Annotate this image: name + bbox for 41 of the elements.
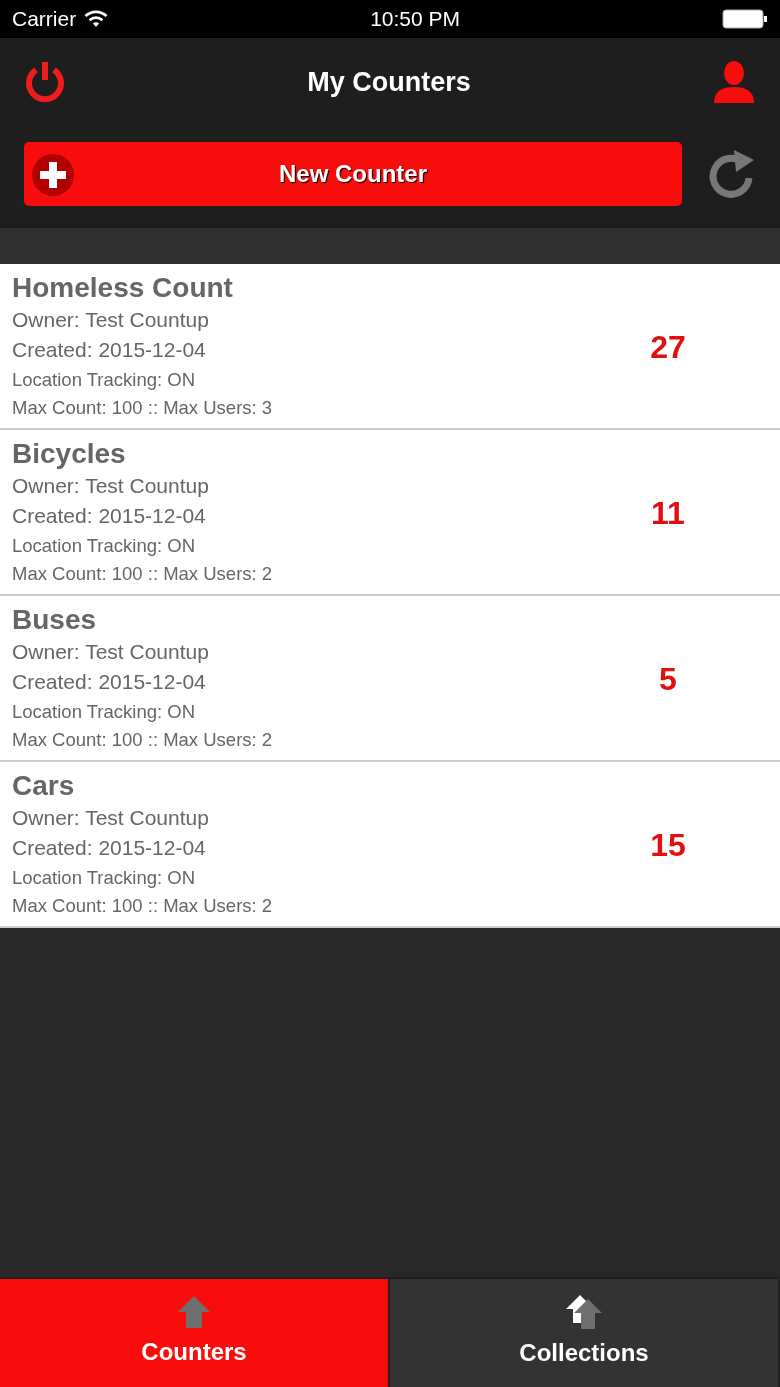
limits-label: Max Count: 100 :: Max Users: 2 — [12, 894, 274, 919]
power-icon[interactable] — [24, 60, 66, 104]
screen-title: My Counters — [307, 65, 471, 99]
owner-label: Owner: Test Countup — [12, 306, 210, 333]
tracking-label: Location Tracking: ON — [12, 533, 197, 558]
created-label: Created: 2015-12-04 — [12, 669, 207, 696]
plus-icon — [32, 154, 74, 196]
arrow-icon — [178, 1296, 210, 1328]
owner-label: Owner: Test Countup — [12, 804, 210, 831]
count-value: 5 — [658, 660, 678, 699]
tracking-label: Location Tracking: ON — [12, 367, 197, 392]
counter-name: Bicycles — [12, 437, 127, 471]
tab[interactable]: Collections — [390, 1279, 780, 1387]
count-value: 27 — [649, 328, 687, 367]
limits-label: Max Count: 100 :: Max Users: 3 — [12, 396, 274, 421]
count-value: 15 — [649, 826, 687, 865]
count-value: 11 — [650, 494, 686, 533]
counter-name: Buses — [12, 603, 98, 637]
user-icon[interactable] — [712, 61, 756, 103]
new-counter-button[interactable]: New Counter — [24, 142, 682, 206]
created-label: Created: 2015-12-04 — [12, 835, 207, 862]
counter-row[interactable]: Bicycles Owner: Test Countup Created: 2015-12-04 Location Tracking: ON Max Count: 100 :: Max Users: 2 11 — [0, 430, 780, 596]
carrier-label: Carrier — [12, 6, 77, 33]
created-label: Created: 2015-12-04 — [12, 337, 207, 364]
stacked-arrows-icon — [566, 1295, 602, 1329]
tracking-label: Location Tracking: ON — [12, 865, 197, 890]
counter-row[interactable]: Buses Owner: Test Countup Created: 2015-12-04 Location Tracking: ON Max Count: 100 :: Max Users: 2 5 — [0, 596, 780, 762]
counter-name: Homeless Count — [12, 271, 234, 305]
owner-label: Owner: Test Countup — [12, 638, 210, 665]
owner-label: Owner: Test Countup — [12, 472, 210, 499]
limits-label: Max Count: 100 :: Max Users: 2 — [12, 562, 274, 587]
counter-name: Cars — [12, 769, 76, 803]
wifi-icon — [84, 10, 109, 28]
counter-row[interactable]: Cars Owner: Test Countup Created: 2015-12-04 Location Tracking: ON Max Count: 100 :: Max Users: 2 15 — [0, 762, 780, 928]
tab[interactable]: Counters — [0, 1279, 390, 1387]
limits-label: Max Count: 100 :: Max Users: 2 — [12, 728, 274, 753]
counter-row[interactable]: Homeless Count Owner: Test Countup Created: 2015-12-04 Location Tracking: ON Max Count: 100 :: Max Users: 3 27 — [0, 264, 780, 430]
created-label: Created: 2015-12-04 — [12, 503, 207, 530]
time-label: 10:50 PM — [370, 6, 461, 33]
tracking-label: Location Tracking: ON — [12, 699, 197, 724]
battery-icon — [722, 9, 768, 29]
